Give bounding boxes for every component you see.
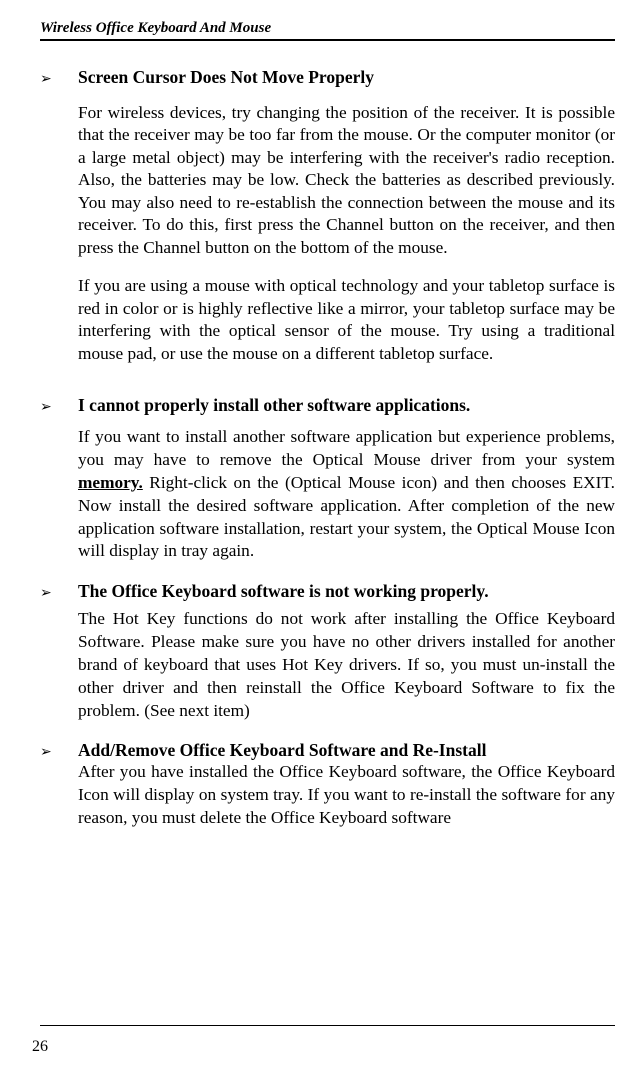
paragraph-text: The Hot Key functions do not work after … xyxy=(78,608,615,722)
section-cursor: ➢ Screen Cursor Does Not Move Properly F… xyxy=(40,67,615,365)
section-keyboard-software: ➢ The Office Keyboard software is not wo… xyxy=(40,581,615,722)
page-footer: 26 xyxy=(40,1025,615,1056)
heading-install: I cannot properly install other software… xyxy=(78,395,470,416)
bullet-arrow-icon: ➢ xyxy=(40,71,78,88)
paragraph-text: If you are using a mouse with optical te… xyxy=(78,275,615,365)
text-fragment: Right-click on the (Optical Mouse icon) … xyxy=(78,473,615,560)
paragraph-text: If you want to install another software … xyxy=(78,426,615,563)
paragraph-text: After you have installed the Office Keyb… xyxy=(78,761,615,829)
paragraph-text: For wireless devices, try changing the p… xyxy=(78,102,615,259)
bullet-arrow-icon: ➢ xyxy=(40,744,78,761)
section-install: ➢ I cannot properly install other softwa… xyxy=(40,395,615,563)
page-number: 26 xyxy=(32,1038,615,1056)
emphasized-text: memory. xyxy=(78,473,143,492)
section-add-remove: ➢ Add/Remove Office Keyboard Software an… xyxy=(40,740,615,829)
heading-add-remove: Add/Remove Office Keyboard Software and … xyxy=(78,740,486,761)
heading-keyboard-software: The Office Keyboard software is not work… xyxy=(78,581,489,602)
bullet-arrow-icon: ➢ xyxy=(40,585,78,602)
heading-cursor: Screen Cursor Does Not Move Properly xyxy=(78,67,374,88)
document-header: Wireless Office Keyboard And Mouse xyxy=(40,20,615,41)
text-fragment: If you want to install another software … xyxy=(78,427,615,469)
bullet-arrow-icon: ➢ xyxy=(40,399,78,416)
